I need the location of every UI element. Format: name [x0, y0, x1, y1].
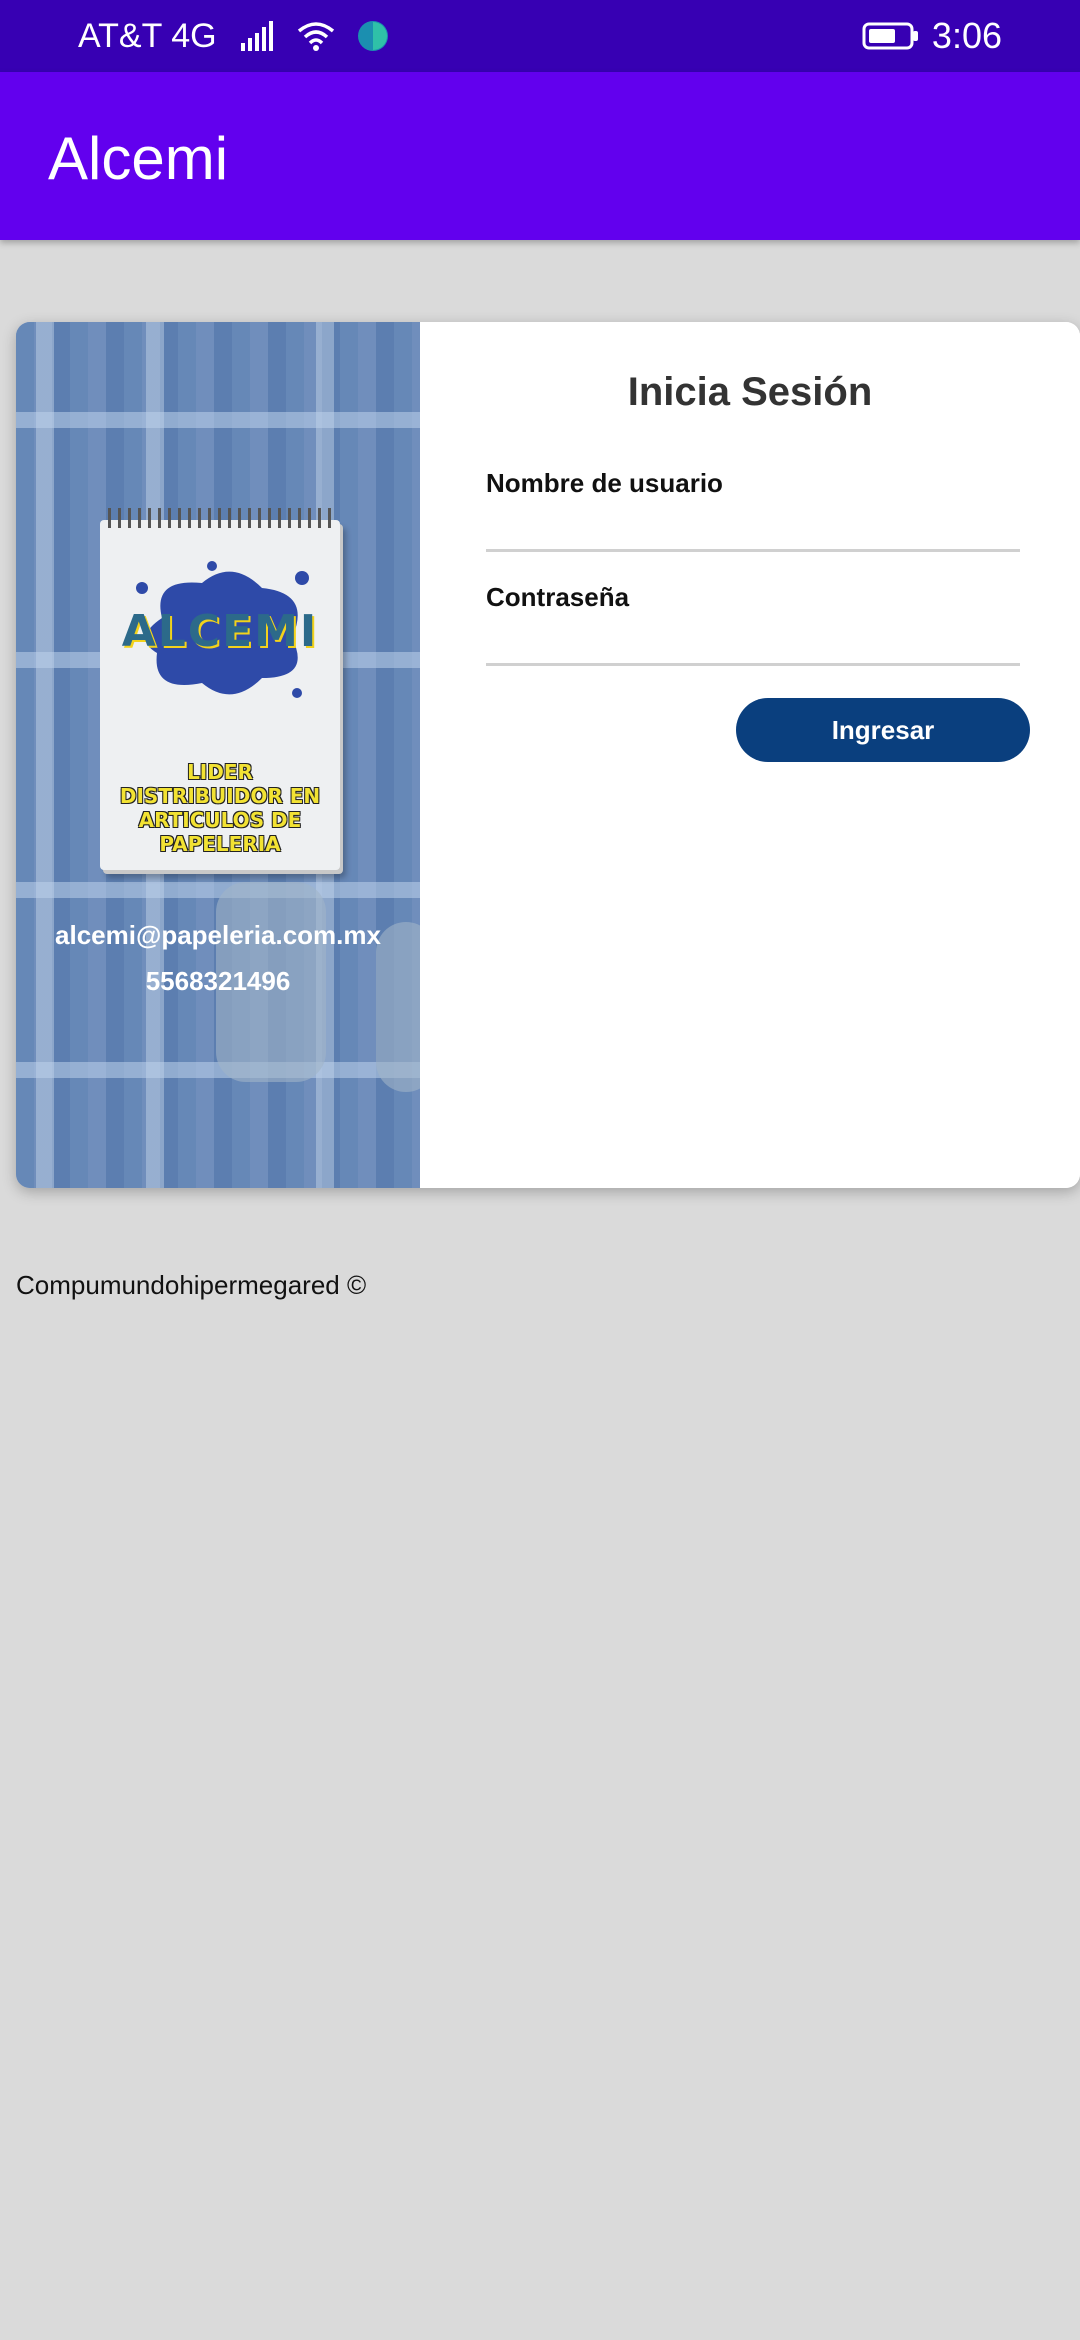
- notepad-spiral: [108, 508, 332, 528]
- status-bar: AT&T 4G 3:06: [0, 0, 1080, 72]
- contact-email: alcemi@papeleria.com.mx: [55, 920, 381, 950]
- logo-slogan: LIDER DISTRIBUIDOR EN ARTICULOS DE PAPEL…: [104, 760, 336, 856]
- status-left: AT&T 4G: [78, 17, 389, 56]
- app-bar: Alcemi: [0, 72, 1080, 240]
- carrier-label: AT&T 4G: [78, 16, 217, 55]
- logo-slogan-line-2: ARTICULOS DE PAPELERIA: [138, 808, 302, 856]
- company-logo: ALCEMI LIDER DISTRIBUIDOR EN ARTICULOS D…: [100, 508, 340, 870]
- shelf-line: [16, 882, 420, 898]
- password-label: Contraseña: [486, 582, 630, 612]
- app-title: Alcemi: [48, 125, 229, 192]
- store-banner-panel: ALCEMI LIDER DISTRIBUIDOR EN ARTICULOS D…: [16, 322, 420, 1188]
- password-input[interactable]: [486, 610, 1020, 666]
- status-right: 3:06: [862, 15, 1002, 57]
- wifi-icon: [297, 22, 334, 51]
- login-button[interactable]: Ingresar: [736, 698, 1030, 762]
- username-label: Nombre de usuario: [486, 468, 723, 498]
- login-form: Inicia Sesión Nombre de usuario Contrase…: [420, 322, 1080, 1188]
- battery-icon: [862, 22, 918, 50]
- shelf-post: [36, 322, 54, 1188]
- logo-slogan-line-1: LIDER DISTRIBUIDOR EN: [119, 760, 321, 808]
- logo-wordmark: ALCEMI: [121, 606, 319, 657]
- login-card: ALCEMI LIDER DISTRIBUIDOR EN ARTICULOS D…: [16, 322, 1080, 1188]
- footer-copyright: Compumundohipermegared ©: [16, 1270, 367, 1300]
- status-time: 3:06: [931, 15, 1002, 56]
- contact-phone: 5568321496: [145, 966, 291, 996]
- form-title: Inicia Sesión: [627, 370, 873, 414]
- shelf-line: [16, 412, 420, 428]
- username-input[interactable]: [486, 496, 1020, 552]
- signal-icon: [240, 21, 273, 51]
- app-notification-icon: [357, 21, 388, 51]
